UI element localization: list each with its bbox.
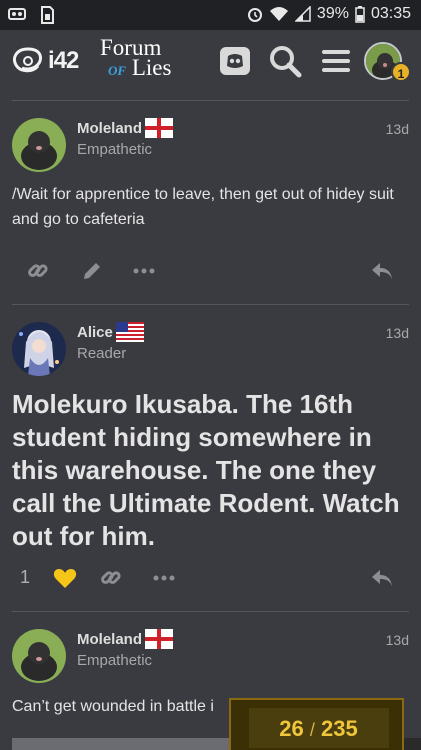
link-button[interactable] [24,257,52,285]
divider [12,611,409,612]
embedded-image-strip [12,738,229,750]
battery-percent: 39% [316,5,349,22]
discord-icon[interactable] [218,44,252,78]
heart-icon [53,569,77,588]
post-user-title: Empathetic [77,652,153,669]
post-avatar[interactable] [12,118,66,172]
alice-avatar-image [12,322,66,376]
post-user-title: Empathetic [77,141,153,158]
post-user-title: Reader [77,345,127,362]
more-button[interactable] [150,564,178,592]
like-count[interactable]: 1 [20,567,30,588]
divider [12,100,409,101]
topic-progress-button[interactable]: 26 / 235 [229,698,404,750]
post-username[interactable]: Moleland [77,631,142,648]
reply-icon [372,263,392,279]
status-right: 39% 03:35 [247,5,411,23]
usa-flag-icon [116,322,144,342]
post-body: Molekuro Ikusaba. The 16th student hidin… [12,389,400,551]
battery-icon [355,6,365,23]
post-time[interactable]: 13d [386,632,409,648]
reply-button[interactable] [368,257,396,285]
post-actions: 1 [0,564,421,594]
logo-of-text: OF [108,63,127,78]
logo-lies-line: OF Lies [100,55,192,81]
post-time[interactable]: 13d [386,325,409,341]
mole-avatar-image [12,118,66,172]
reply-icon [372,570,392,586]
sim-icon [41,6,54,24]
status-bar: 39% 03:35 [0,0,421,30]
notification-badge[interactable]: 1 [391,62,411,82]
wifi-icon [269,7,288,21]
more-icon [133,268,155,274]
post-username[interactable]: Alice [77,324,113,341]
post-time[interactable]: 13d [386,121,409,137]
embedded-image-strip [404,738,421,750]
status-left-icons [8,6,54,24]
mole-avatar-image [12,629,66,683]
progress-total: 235 [321,716,358,741]
site-header: i42 Forum OF Lies 1 [0,30,421,98]
search-icon[interactable] [268,44,302,78]
england-flag-icon [145,629,173,649]
hamburger-menu-icon[interactable] [319,44,353,78]
forum-of-lies-logo[interactable]: Forum OF Lies [100,36,192,81]
post-avatar[interactable] [12,629,66,683]
post-body: /Wait for apprentice to leave, then get … [12,186,394,228]
edit-button[interactable] [78,257,106,285]
progress-current: 26 [279,716,304,741]
logo-lies-text: Lies [131,55,172,80]
post-actions [0,257,421,287]
link-icon [28,264,48,277]
i42-swirl-icon [13,47,42,73]
more-icon [153,575,175,581]
more-button[interactable] [130,257,158,285]
i42-logo[interactable]: i42 [10,44,79,78]
like-button[interactable] [51,564,79,592]
voicemail-icon [8,8,26,20]
link-button[interactable] [97,564,125,592]
clock: 03:35 [370,5,411,22]
divider [12,304,409,305]
reply-button[interactable] [368,564,396,592]
progress-separator: / [309,720,315,740]
link-icon [101,571,121,584]
post-avatar[interactable] [12,322,66,376]
alarm-icon [247,8,262,22]
topic-progress-count: 26 / 235 [231,716,406,742]
i42-logo-text: i42 [48,47,79,74]
england-flag-icon [145,118,173,138]
post-body: Can’t get wounded in battle i [12,698,214,715]
edit-icon [84,263,100,279]
post-username[interactable]: Moleland [77,120,142,137]
signal-icon [294,6,311,22]
